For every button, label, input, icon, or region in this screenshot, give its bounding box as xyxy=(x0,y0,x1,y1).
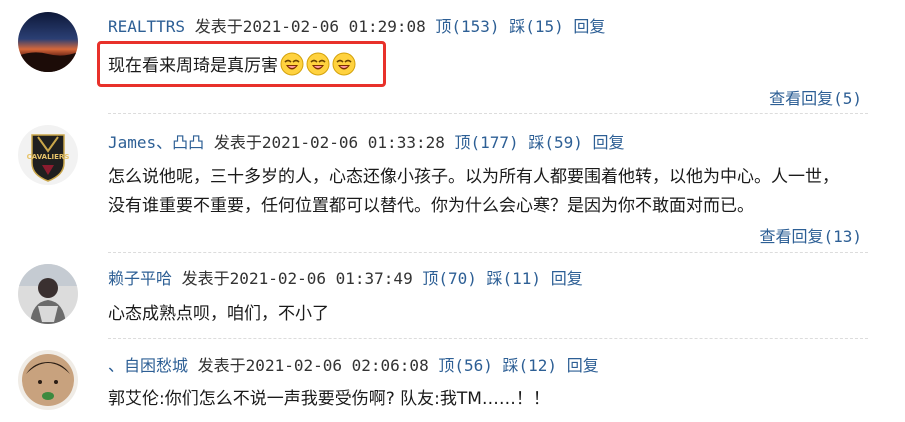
child-avatar-image xyxy=(18,350,78,410)
comment-meta: 、自困愁城 发表于2021-02-06 02:06:08 顶(56) 踩(12)… xyxy=(108,355,599,377)
posted-label: 发表于 xyxy=(197,356,246,375)
comment-item: 、自困愁城 发表于2021-02-06 02:06:08 顶(56) 踩(12)… xyxy=(0,0,905,422)
avatar[interactable] xyxy=(18,350,78,410)
upvote-button[interactable]: 顶(56) xyxy=(438,356,493,375)
comment-text: 郭艾伦:你们怎么不说一声我要受伤啊? 队友:我TM……！！ xyxy=(108,389,550,409)
username[interactable]: 、自困愁城 xyxy=(108,356,188,375)
downvote-button[interactable]: 踩(12) xyxy=(503,356,558,375)
reply-button[interactable]: 回复 xyxy=(567,356,599,375)
timestamp: 2021-02-06 02:06:08 xyxy=(245,356,429,375)
